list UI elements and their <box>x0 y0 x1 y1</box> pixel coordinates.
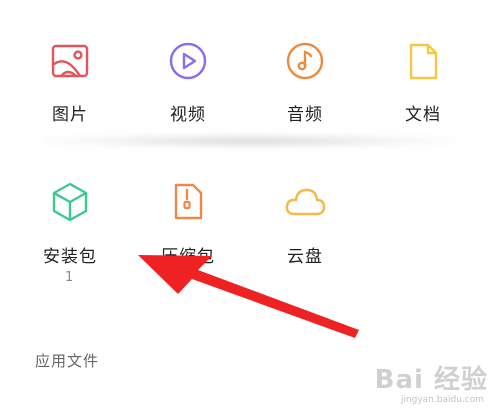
package-icon <box>52 182 88 222</box>
category-label: 压缩包 <box>161 247 215 267</box>
watermark-url: jingyan.baidu.com <box>400 395 484 405</box>
category-videos[interactable]: 视频 <box>143 38 233 138</box>
file-manager-screen: 图片 视频 音频 文档 安装包 1 压缩包 云盘 应用文件 Bai 经验 jin… <box>0 0 500 411</box>
category-label: 安装包 <box>43 247 97 267</box>
category-images[interactable]: 图片 <box>25 38 115 138</box>
watermark-logo: Bai 经验 <box>374 365 488 395</box>
category-packages[interactable]: 安装包 1 <box>25 178 115 286</box>
audio-icon <box>286 42 324 80</box>
category-label: 音频 <box>287 105 323 125</box>
category-archives[interactable]: 压缩包 <box>143 178 233 278</box>
category-label: 图片 <box>52 105 88 125</box>
section-title: 应用文件 <box>35 352 100 370</box>
category-label: 文档 <box>405 105 441 125</box>
category-audio[interactable]: 音频 <box>260 38 350 138</box>
cloud-icon <box>285 188 326 216</box>
category-label: 视频 <box>170 105 206 125</box>
baidu-watermark: Bai 经验 jingyan.baidu.com <box>348 359 488 405</box>
category-label: 云盘 <box>287 247 323 267</box>
category-count: 1 <box>65 270 74 285</box>
zip-icon <box>174 183 203 220</box>
blurred-counts <box>40 134 460 148</box>
category-cloud[interactable]: 云盘 <box>260 178 350 278</box>
category-documents[interactable]: 文档 <box>378 38 468 138</box>
video-icon <box>169 42 207 80</box>
image-icon <box>51 44 89 78</box>
document-icon <box>409 43 438 80</box>
